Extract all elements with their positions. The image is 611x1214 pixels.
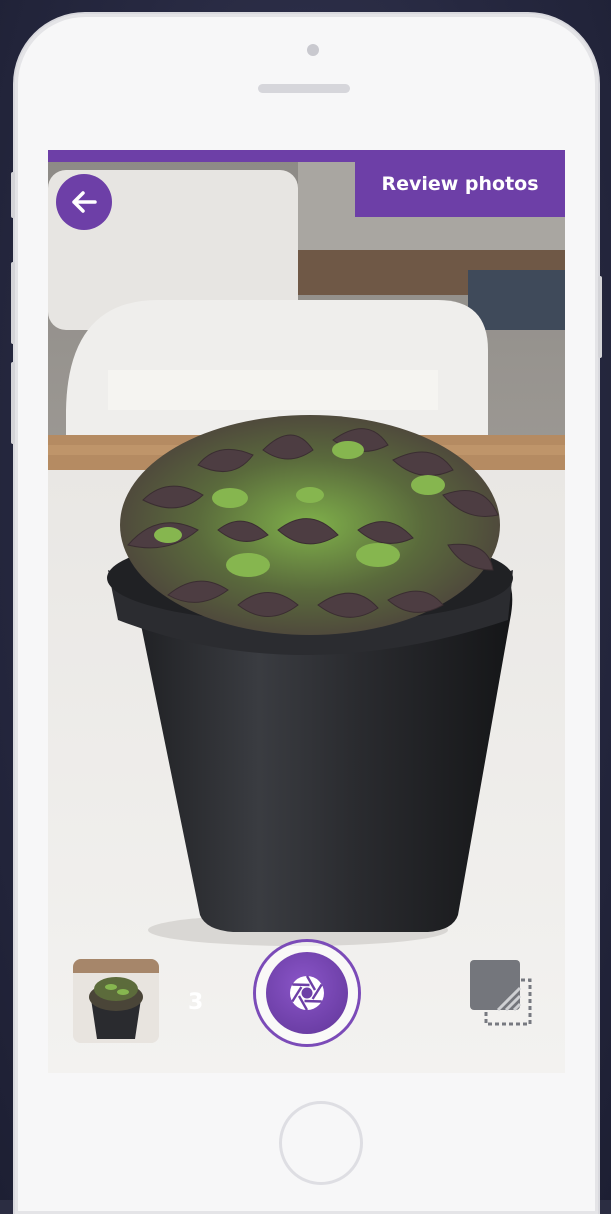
earpiece-speaker <box>258 84 350 93</box>
photo-count: 3 <box>188 990 204 1015</box>
camera-preview-image <box>48 150 565 1073</box>
volume-up-button <box>11 262 15 344</box>
shutter-button[interactable] <box>256 942 358 1044</box>
arrow-left-icon <box>72 191 97 213</box>
phone-frame: Review photos 3 <box>11 14 602 1214</box>
shutter-core <box>266 952 348 1034</box>
review-photos-label: Review photos <box>381 172 539 195</box>
mute-switch <box>11 172 15 218</box>
back-button[interactable] <box>56 174 112 230</box>
last-photo-thumbnail[interactable] <box>73 959 159 1043</box>
review-photos-button[interactable]: Review photos <box>355 150 565 217</box>
camera-shutter-icon <box>290 975 324 1011</box>
home-button[interactable] <box>279 1101 363 1185</box>
front-camera <box>307 44 319 56</box>
camera-viewfinder: Review photos 3 <box>48 150 565 1073</box>
volume-down-button <box>11 362 15 444</box>
power-button <box>598 276 602 358</box>
thumbnail-image <box>73 959 159 1043</box>
multi-capture-mode-icon[interactable] <box>470 960 546 1036</box>
